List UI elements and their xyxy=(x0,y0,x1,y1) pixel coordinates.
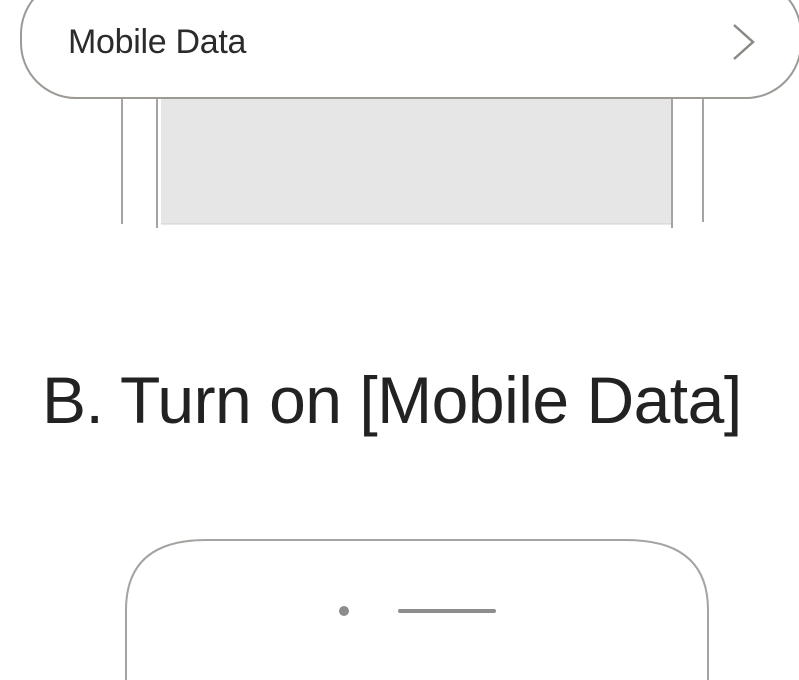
chevron-right-icon xyxy=(733,24,755,60)
phone-illustration-bottom xyxy=(125,539,709,680)
mobile-data-row[interactable]: Mobile Data xyxy=(20,0,799,99)
front-camera-icon xyxy=(339,606,349,616)
phone-screen-area xyxy=(161,96,671,224)
step-heading: B. Turn on [Mobile Data] xyxy=(42,363,742,437)
mobile-data-label: Mobile Data xyxy=(68,23,247,61)
